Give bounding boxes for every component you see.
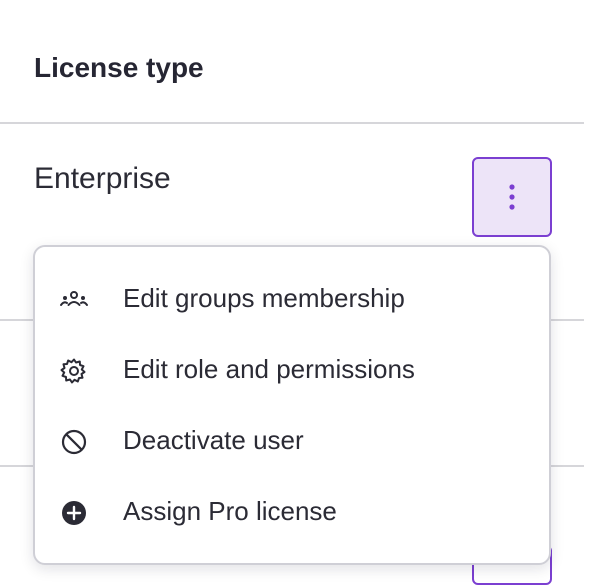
row-actions-button[interactable] [472,157,552,237]
menu-item-label: Assign Pro license [123,496,337,526]
table-header: License type [0,0,584,124]
row-actions-menu: Edit groups membership Edit role and per… [33,245,551,565]
plus-circle-icon [62,501,86,525]
menu-item-edit-role-and-permissions[interactable]: Edit role and permissions [35,338,549,402]
menu-item-edit-groups-membership[interactable]: Edit groups membership [35,267,549,331]
menu-item-deactivate-user[interactable]: Deactivate user [35,409,549,473]
gear-icon [60,358,86,384]
block-icon [61,429,87,455]
menu-item-label: Edit role and permissions [123,354,415,384]
menu-item-assign-pro-license[interactable]: Assign Pro license [35,480,549,544]
menu-item-label: Edit groups membership [123,283,405,313]
column-header-license-type: License type [34,52,204,83]
license-type-cell: Enterprise [34,162,171,195]
more-vertical-icon [509,184,515,210]
groups-icon [60,291,88,306]
menu-item-label: Deactivate user [123,425,304,455]
